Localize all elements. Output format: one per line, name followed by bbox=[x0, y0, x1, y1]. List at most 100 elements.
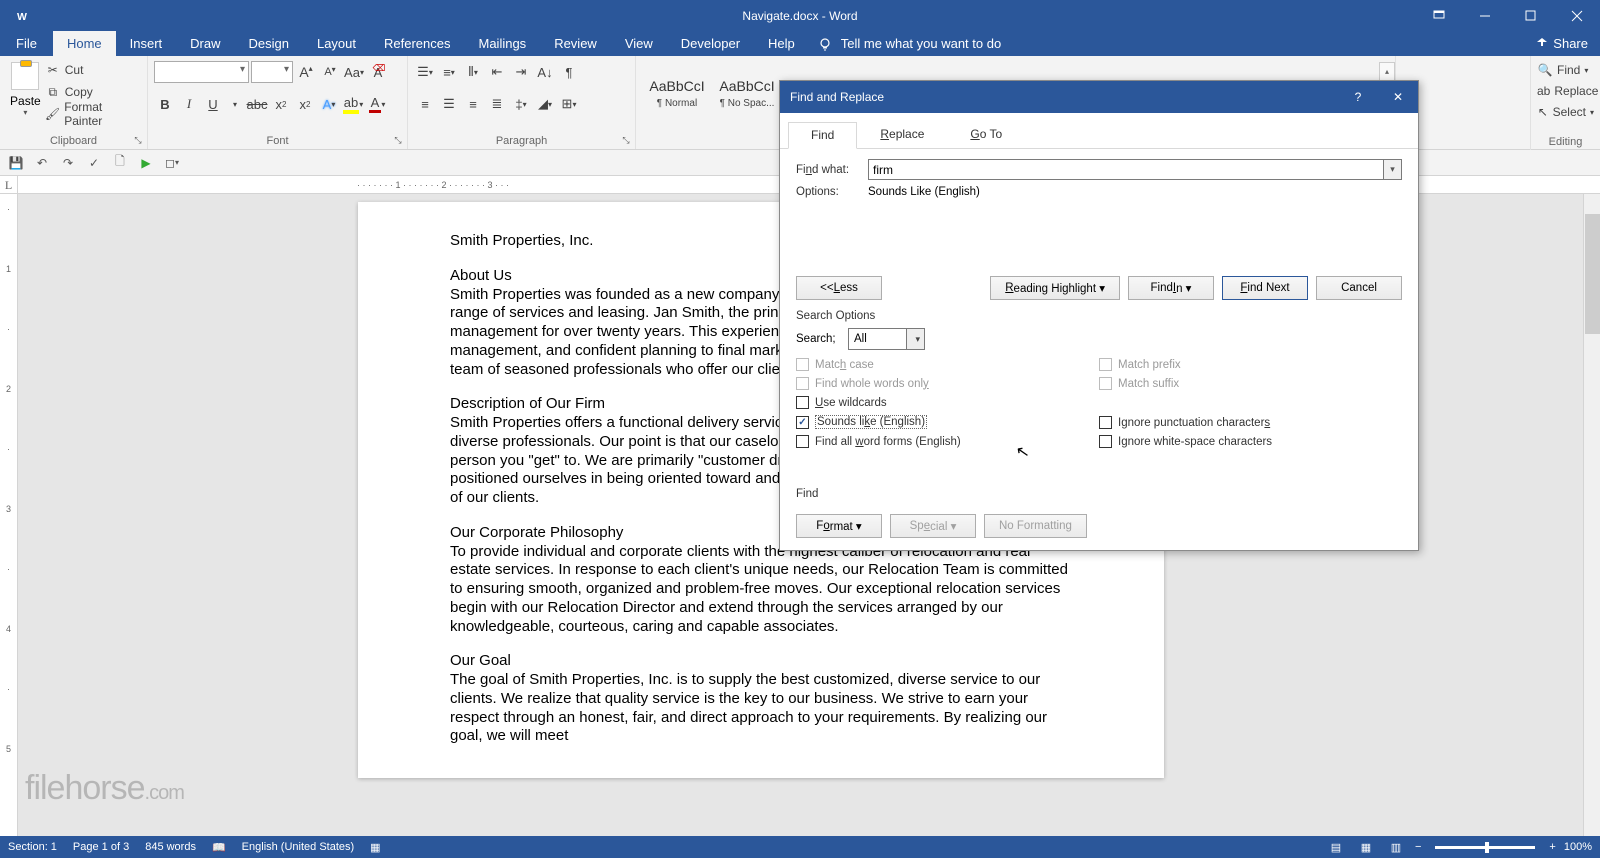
cancel-button[interactable]: Cancel bbox=[1316, 276, 1402, 300]
format-painter-button[interactable]: 🖌Format Painter bbox=[45, 104, 141, 124]
word-forms-checkbox[interactable]: Find all word forms (English) bbox=[796, 435, 1099, 448]
tab-file[interactable]: File bbox=[0, 31, 53, 56]
superscript-button[interactable]: x2 bbox=[294, 93, 316, 115]
tab-design[interactable]: Design bbox=[235, 31, 303, 56]
tab-developer[interactable]: Developer bbox=[667, 31, 754, 56]
tell-me-search[interactable]: Tell me what you want to do bbox=[817, 36, 1001, 52]
tab-references[interactable]: References bbox=[370, 31, 464, 56]
status-language[interactable]: English (United States) bbox=[242, 841, 355, 853]
style-no-spacing[interactable]: AaBbCcI ¶ No Spac... bbox=[712, 64, 782, 122]
tab-find[interactable]: Find bbox=[788, 122, 857, 149]
numbering-button[interactable]: ≡▾ bbox=[438, 61, 460, 83]
paste-button[interactable]: Paste ▾ bbox=[6, 58, 45, 124]
tab-home[interactable]: Home bbox=[53, 31, 116, 56]
align-left-button[interactable]: ≡ bbox=[414, 93, 436, 115]
close-button[interactable] bbox=[1554, 0, 1600, 31]
find-next-button[interactable]: Find Next bbox=[1222, 276, 1308, 300]
tab-layout[interactable]: Layout bbox=[303, 31, 370, 56]
increase-indent-button[interactable]: ⇥ bbox=[510, 61, 532, 83]
find-button[interactable]: 🔍Find ▾ bbox=[1537, 60, 1594, 80]
multilevel-list-button[interactable]: ⦀▾ bbox=[462, 61, 484, 83]
grow-font-button[interactable]: A▴ bbox=[295, 61, 317, 83]
clipboard-launcher[interactable]: ⤡ bbox=[132, 134, 144, 146]
save-icon[interactable]: 💾 bbox=[5, 153, 27, 173]
line-spacing-button[interactable]: ‡▾ bbox=[510, 93, 532, 115]
bold-button[interactable]: B bbox=[154, 93, 176, 115]
vertical-ruler[interactable]: ·1·2·3·4·5 bbox=[0, 194, 18, 836]
clear-formatting-button[interactable]: A⌫ bbox=[367, 61, 389, 83]
dialog-help-button[interactable]: ? bbox=[1338, 81, 1378, 113]
status-section[interactable]: Section: 1 bbox=[8, 841, 57, 853]
zoom-slider[interactable] bbox=[1435, 846, 1535, 849]
share-button[interactable]: Share bbox=[1535, 36, 1588, 51]
underline-button[interactable]: U bbox=[202, 93, 224, 115]
check-icon[interactable]: ✓ bbox=[83, 153, 105, 173]
justify-button[interactable]: ≣ bbox=[486, 93, 508, 115]
read-mode-icon[interactable]: ▤ bbox=[1325, 838, 1347, 856]
shading-button[interactable]: ◢▾ bbox=[534, 93, 556, 115]
find-what-dropdown[interactable]: ▾ bbox=[1384, 159, 1402, 180]
change-case-button[interactable]: Aa▾ bbox=[343, 61, 365, 83]
align-right-button[interactable]: ≡ bbox=[462, 93, 484, 115]
new-doc-icon[interactable]: 🗋 bbox=[109, 153, 131, 173]
subscript-button[interactable]: x2 bbox=[270, 93, 292, 115]
dialog-close-button[interactable]: ✕ bbox=[1378, 81, 1418, 113]
status-page[interactable]: Page 1 of 3 bbox=[73, 841, 129, 853]
underline-dropdown[interactable]: ▾ bbox=[226, 93, 244, 115]
align-center-button[interactable]: ☰ bbox=[438, 93, 460, 115]
tab-draw[interactable]: Draw bbox=[176, 31, 234, 56]
copy-button[interactable]: ⧉Copy bbox=[45, 82, 141, 102]
tab-view[interactable]: View bbox=[611, 31, 667, 56]
format-button[interactable]: Format ▾ bbox=[796, 514, 882, 538]
status-macro-icon[interactable]: ▦ bbox=[370, 841, 380, 854]
zoom-out-button[interactable]: − bbox=[1415, 841, 1421, 853]
zoom-in-button[interactable]: + bbox=[1549, 841, 1555, 853]
tab-help[interactable]: Help bbox=[754, 31, 809, 56]
italic-button[interactable]: I bbox=[178, 93, 200, 115]
show-marks-button[interactable]: ¶ bbox=[558, 61, 580, 83]
play-icon[interactable]: ▶ bbox=[135, 153, 157, 173]
maximize-button[interactable] bbox=[1508, 0, 1554, 31]
redo-icon[interactable]: ↷ bbox=[57, 153, 79, 173]
scroll-thumb[interactable] bbox=[1585, 214, 1600, 334]
dialog-title-bar[interactable]: Find and Replace ? ✕ bbox=[780, 81, 1418, 113]
style-normal[interactable]: AaBbCcI ¶ Normal bbox=[642, 64, 712, 122]
tab-review[interactable]: Review bbox=[540, 31, 611, 56]
search-direction-select[interactable]: All▾ bbox=[848, 328, 925, 350]
font-size-combo[interactable] bbox=[251, 61, 293, 83]
font-name-combo[interactable] bbox=[154, 61, 249, 83]
select-button[interactable]: ↖Select ▾ bbox=[1537, 102, 1594, 122]
shrink-font-button[interactable]: A▾ bbox=[319, 61, 341, 83]
cut-button[interactable]: ✂Cut bbox=[45, 60, 141, 80]
ribbon-display-options-icon[interactable] bbox=[1416, 0, 1462, 31]
text-effects-button[interactable]: A▾ bbox=[318, 93, 340, 115]
bullets-button[interactable]: ☰▾ bbox=[414, 61, 436, 83]
minimize-button[interactable] bbox=[1462, 0, 1508, 31]
tab-mailings[interactable]: Mailings bbox=[465, 31, 541, 56]
vertical-scrollbar[interactable] bbox=[1583, 194, 1600, 836]
less-button[interactable]: << Less bbox=[796, 276, 882, 300]
status-words[interactable]: 845 words bbox=[145, 841, 196, 853]
font-color-button[interactable]: A▾ bbox=[366, 93, 388, 115]
print-layout-icon[interactable]: ▦ bbox=[1355, 838, 1377, 856]
strikethrough-button[interactable]: abc bbox=[246, 93, 268, 115]
zoom-level[interactable]: 100% bbox=[1564, 841, 1592, 853]
find-in-button[interactable]: Find In ▾ bbox=[1128, 276, 1214, 300]
stop-icon[interactable]: ◻▾ bbox=[161, 153, 183, 173]
sort-button[interactable]: A↓ bbox=[534, 61, 556, 83]
decrease-indent-button[interactable]: ⇤ bbox=[486, 61, 508, 83]
sounds-like-checkbox[interactable]: Sounds like (English) bbox=[796, 415, 1099, 429]
ignore-punctuation-checkbox[interactable]: Ignore punctuation characters bbox=[1099, 416, 1402, 429]
find-what-input[interactable] bbox=[868, 159, 1384, 180]
borders-button[interactable]: ⊞▾ bbox=[558, 93, 580, 115]
tab-goto[interactable]: Go To bbox=[947, 121, 1025, 148]
ignore-whitespace-checkbox[interactable]: Ignore white-space characters bbox=[1099, 435, 1402, 448]
tab-replace[interactable]: Replace bbox=[857, 121, 947, 148]
paragraph-launcher[interactable]: ⤡ bbox=[620, 134, 632, 146]
tab-insert[interactable]: Insert bbox=[116, 31, 177, 56]
status-proofing-icon[interactable]: 📖 bbox=[212, 841, 226, 854]
replace-button[interactable]: abReplace bbox=[1537, 81, 1594, 101]
reading-highlight-button[interactable]: Reading Highlight ▾ bbox=[990, 276, 1120, 300]
highlight-button[interactable]: ab▾ bbox=[342, 93, 364, 115]
undo-icon[interactable]: ↶ bbox=[31, 153, 53, 173]
